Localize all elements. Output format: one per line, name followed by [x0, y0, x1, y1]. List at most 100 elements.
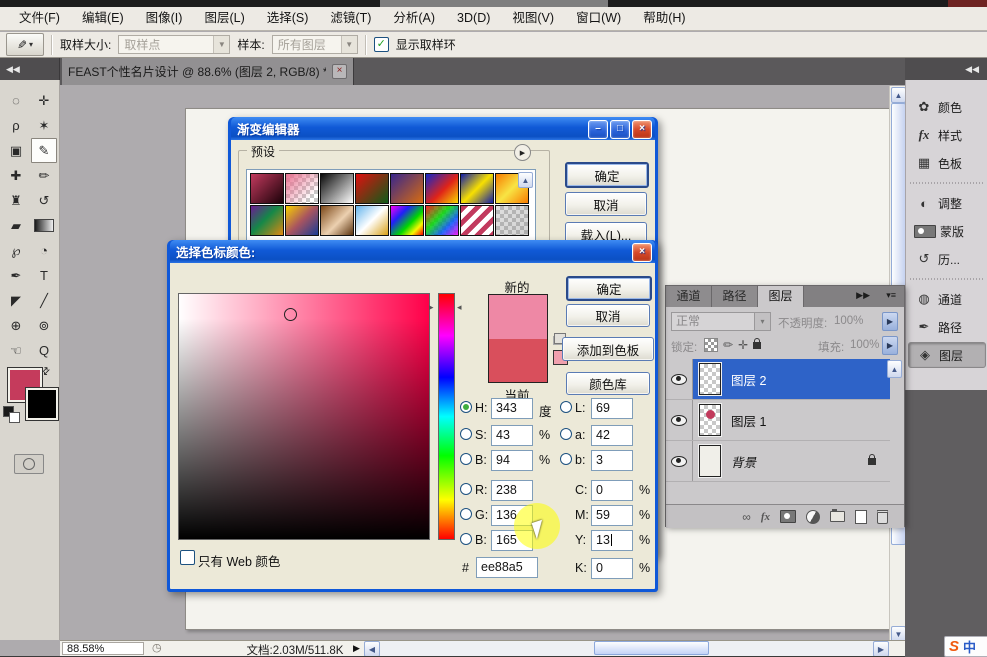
layer-thumbnail[interactable] [699, 445, 721, 477]
quick-mask-button[interactable] [14, 454, 44, 474]
scroll-up-icon[interactable]: ▲ [518, 172, 533, 188]
menu-item-1[interactable]: 文件(F) [8, 7, 71, 30]
field-L-input[interactable]: 69 [591, 398, 633, 419]
zoom-tool[interactable]: Q [31, 338, 57, 363]
adjustment-layer-icon[interactable] [806, 510, 820, 524]
clone-stamp-tool[interactable]: ♜ [3, 188, 29, 213]
gradient-preset-16[interactable] [495, 205, 529, 236]
close-icon[interactable]: × [632, 243, 652, 262]
menu-item-11[interactable]: 帮助(H) [632, 7, 696, 30]
menu-item-9[interactable]: 视图(V) [501, 7, 565, 30]
gradient-preset-1[interactable] [250, 173, 284, 204]
sample-dropdown[interactable]: 所有图层 ▼ [272, 35, 358, 54]
lock-all-icon[interactable] [753, 342, 761, 349]
background-color-swatch[interactable] [26, 388, 58, 420]
picker-ok-button[interactable]: 确定 [566, 276, 652, 301]
orbit-3d-tool[interactable]: ⊚ [31, 313, 57, 338]
eyedropper-tool[interactable]: ✎ [31, 138, 57, 163]
field-H-radio[interactable] [460, 401, 472, 413]
saturation-brightness-field[interactable] [178, 293, 430, 540]
gradient-preset-10[interactable] [285, 205, 319, 236]
panel-layers[interactable]: ◈图层 [908, 342, 986, 368]
panel-color[interactable]: ✿颜色 [908, 94, 986, 120]
panel-swatches[interactable]: ▦色板 [908, 150, 986, 176]
field-b-radio[interactable] [560, 453, 572, 465]
menu-item-10[interactable]: 窗口(W) [565, 7, 632, 30]
type-tool[interactable]: T [31, 263, 57, 288]
hand-tool[interactable]: ☜ [3, 338, 29, 363]
rotate-3d-tool[interactable]: ⊕ [3, 313, 29, 338]
menu-item-2[interactable]: 编辑(E) [71, 7, 135, 30]
field-S-input[interactable]: 43 [491, 425, 533, 446]
menu-item-8[interactable]: 3D(D) [446, 7, 501, 30]
scroll-right-icon[interactable]: ▶ [873, 641, 889, 657]
lock-move-icon[interactable]: ✛ [738, 338, 748, 352]
gradient-preset-12[interactable] [355, 205, 389, 236]
visibility-toggle[interactable] [666, 359, 693, 399]
field-C-input[interactable]: 0 [591, 480, 633, 501]
toolbox-collapse-button[interactable]: ◀◀ [0, 58, 60, 80]
path-select-tool[interactable]: ◤ [3, 288, 29, 313]
brush-tool[interactable]: ✏ [31, 163, 57, 188]
magic-wand-tool[interactable]: ✶ [31, 113, 57, 138]
status-popup-arrow[interactable]: ▶ [353, 643, 360, 654]
blend-mode-dropdown[interactable]: 正常 ▾ [671, 312, 771, 331]
field-B2-radio[interactable] [460, 533, 472, 545]
field-B-input[interactable]: 94 [491, 450, 533, 471]
presets-flyout-button[interactable]: ▶ [514, 144, 531, 161]
close-tab-icon[interactable]: × [332, 64, 347, 79]
panel-masks[interactable]: 蒙版 [908, 218, 986, 244]
field-R-input[interactable]: 238 [491, 480, 533, 501]
healing-brush-tool[interactable]: ✚ [3, 163, 29, 188]
tab-图层[interactable]: 图层 [758, 286, 804, 307]
minimize-icon[interactable]: – [588, 120, 608, 139]
history-brush-tool[interactable]: ↺ [31, 188, 57, 213]
line-tool[interactable]: ╱ [31, 288, 57, 313]
panel-adjustments[interactable]: ◐调整 [908, 190, 986, 216]
field-H-input[interactable]: 343 [491, 398, 533, 419]
move-tool[interactable]: ✛ [31, 88, 57, 113]
field-b-input[interactable]: 3 [591, 450, 633, 471]
hex-field[interactable]: ee88a5 [476, 557, 538, 578]
panel-paths[interactable]: ✒路径 [908, 314, 986, 340]
link-layers-icon[interactable]: ∞ [742, 510, 751, 524]
gradient-preset-2[interactable] [285, 173, 319, 204]
gradient-ok-button[interactable]: 确定 [565, 162, 649, 188]
gradient-preset-11[interactable] [320, 205, 354, 236]
layer-row-图层 2[interactable]: 图层 2 [666, 359, 890, 400]
marquee-tool[interactable]: ◌ [3, 88, 29, 113]
menu-item-6[interactable]: 滤镜(T) [319, 7, 382, 30]
dodge-tool[interactable]: ◔ [31, 238, 57, 263]
tool-preset-button[interactable]: ✎ ▾ [6, 33, 44, 56]
field-a-radio[interactable] [560, 428, 572, 440]
layer-mask-icon[interactable] [780, 510, 796, 523]
document-tab[interactable]: FEAST个性名片设计 @ 88.6% (图层 2, RGB/8) * × [62, 58, 354, 85]
sample-size-dropdown[interactable]: 取样点 ▼ [118, 35, 230, 54]
gradient-preset-4[interactable] [355, 173, 389, 204]
delete-layer-icon[interactable] [877, 510, 888, 524]
lock-paint-icon[interactable]: ✏ [723, 338, 733, 352]
gradient-editor-titlebar[interactable]: 渐变编辑器 – □ × [231, 117, 655, 140]
panel-history[interactable]: ↺历... [908, 246, 986, 272]
maximize-icon[interactable]: □ [610, 120, 630, 139]
gradient-preset-14[interactable] [425, 205, 459, 236]
hue-slider[interactable] [438, 293, 455, 540]
panel-channels[interactable]: ◍通道 [908, 286, 986, 312]
menu-item-5[interactable]: 选择(S) [256, 7, 320, 30]
field-M-input[interactable]: 59 [591, 505, 633, 526]
field-S-radio[interactable] [460, 428, 472, 440]
horizontal-scroll-thumb[interactable] [594, 641, 709, 655]
pen-tool[interactable]: ✒ [3, 263, 29, 288]
scroll-up-icon[interactable]: ▲ [887, 360, 902, 378]
eraser-tool[interactable]: ▰ [3, 213, 29, 238]
field-R-radio[interactable] [460, 483, 472, 495]
field-a-input[interactable]: 42 [591, 425, 633, 446]
ime-badge[interactable]: S 中 [944, 636, 987, 657]
panel-styles[interactable]: fx样式 [908, 122, 986, 148]
crop-tool[interactable]: ▣ [3, 138, 29, 163]
panel-menu-icon[interactable]: ▾≡ [886, 290, 896, 301]
opacity-arrow-button[interactable]: ▶ [882, 312, 898, 331]
layer-group-icon[interactable] [830, 511, 845, 522]
gradient-preset-13[interactable] [390, 205, 424, 236]
layer-thumbnail[interactable] [699, 404, 721, 436]
